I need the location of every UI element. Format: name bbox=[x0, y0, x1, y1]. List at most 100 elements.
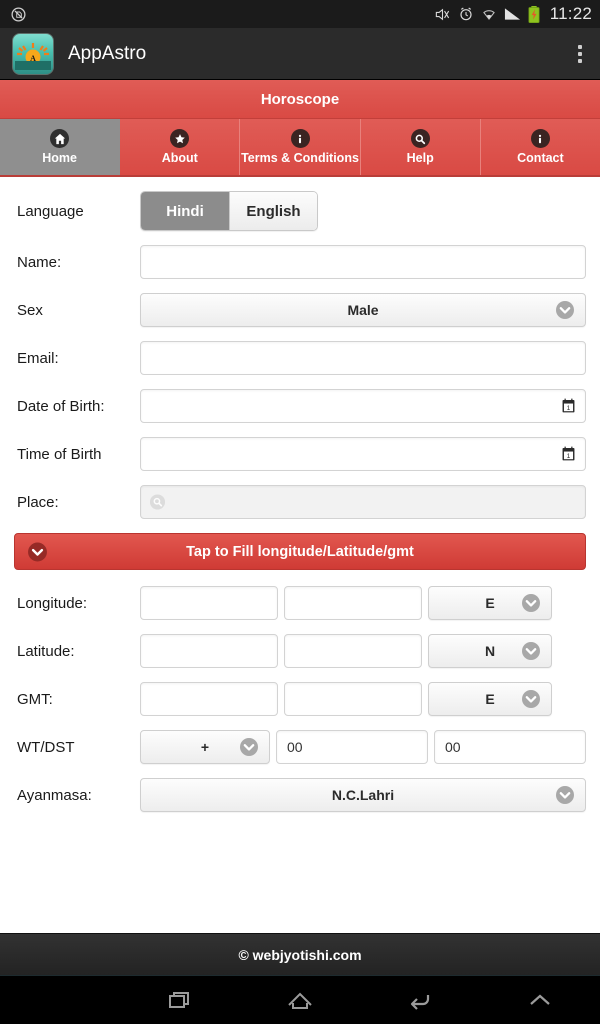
place-input[interactable] bbox=[140, 485, 586, 519]
svg-text:A: A bbox=[30, 54, 36, 63]
gmt-direction-value: E bbox=[485, 691, 495, 707]
sex-select-value: Male bbox=[347, 302, 379, 318]
tab-home[interactable]: Home bbox=[0, 119, 121, 175]
sex-select[interactable]: Male bbox=[140, 293, 586, 327]
longitude-label: Longitude: bbox=[17, 594, 88, 612]
info-icon bbox=[530, 129, 550, 148]
tab-home-label: Home bbox=[42, 151, 77, 165]
gmt-label: GMT: bbox=[17, 690, 53, 708]
wt-dst-sign-select[interactable]: + bbox=[140, 730, 270, 764]
row-sex: Sex Male bbox=[14, 293, 586, 327]
row-ayanmasa: Ayanmasa: N.C.Lahri bbox=[14, 778, 586, 812]
fill-coordinates-label: Tap to Fill longitude/Latitude/gmt bbox=[186, 543, 414, 560]
status-bar-clock: 11:22 bbox=[549, 4, 592, 23]
row-name: Name: bbox=[14, 245, 586, 279]
latitude-degrees-input[interactable] bbox=[140, 634, 278, 668]
tab-terms[interactable]: Terms & Conditions bbox=[240, 119, 361, 175]
chevron-down-circle-icon bbox=[27, 541, 48, 562]
chevron-down-icon bbox=[555, 785, 575, 805]
row-time-of-birth: Time of Birth 1 bbox=[14, 437, 586, 471]
no-sim-icon bbox=[10, 6, 27, 23]
date-of-birth-label: Date of Birth: bbox=[17, 397, 105, 415]
status-bar-left bbox=[10, 6, 27, 23]
row-wt-dst: WT/DST + bbox=[14, 730, 586, 764]
tab-help[interactable]: Help bbox=[361, 119, 481, 175]
wt-dst-minutes-input[interactable] bbox=[434, 730, 586, 764]
back-icon[interactable] bbox=[360, 986, 480, 1014]
chevron-down-icon bbox=[555, 300, 575, 320]
status-bar-right: 11:22 bbox=[434, 4, 592, 24]
tab-about-label: About bbox=[161, 151, 198, 165]
tab-about[interactable]: About bbox=[120, 119, 241, 175]
longitude-direction-value: E bbox=[485, 595, 495, 611]
page-title: Horoscope bbox=[260, 90, 340, 108]
chevron-up-icon[interactable] bbox=[480, 989, 600, 1011]
latitude-minutes-input[interactable] bbox=[284, 634, 422, 668]
row-latitude: Latitude: N bbox=[14, 634, 586, 668]
chevron-down-icon bbox=[521, 593, 541, 613]
search-icon bbox=[410, 129, 430, 148]
time-of-birth-label: Time of Birth bbox=[17, 445, 102, 463]
app-screen: 11:22 A AppAstro Horoscope Home About Te… bbox=[0, 0, 600, 1024]
tab-terms-label: Terms & Conditions bbox=[241, 151, 359, 165]
fill-coordinates-banner[interactable]: Tap to Fill longitude/Latitude/gmt bbox=[14, 533, 586, 570]
wt-dst-hours-input[interactable] bbox=[276, 730, 428, 764]
search-icon bbox=[149, 494, 166, 511]
wifi-icon bbox=[481, 7, 497, 21]
mute-icon bbox=[434, 7, 451, 22]
app-title: AppAstro bbox=[68, 42, 147, 64]
calendar-icon[interactable]: 1 bbox=[560, 446, 577, 463]
gmt-hours-input[interactable] bbox=[140, 682, 278, 716]
row-gmt: GMT: E bbox=[14, 682, 586, 716]
page-title-band: Horoscope bbox=[0, 80, 600, 119]
sunrise-logo-icon: A bbox=[12, 32, 54, 75]
longitude-minutes-input[interactable] bbox=[284, 586, 422, 620]
app-bar: A AppAstro bbox=[0, 28, 600, 80]
home-icon bbox=[50, 129, 70, 148]
ayanmasa-select[interactable]: N.C.Lahri bbox=[140, 778, 586, 812]
overflow-menu-icon[interactable] bbox=[574, 41, 586, 67]
wt-dst-label: WT/DST bbox=[17, 738, 75, 756]
row-email: Email: bbox=[14, 341, 586, 375]
row-language: Language Hindi English bbox=[14, 191, 586, 231]
place-label: Place: bbox=[17, 493, 59, 511]
ayanmasa-select-value: N.C.Lahri bbox=[331, 787, 395, 803]
home-icon[interactable] bbox=[240, 986, 360, 1014]
date-of-birth-input[interactable] bbox=[140, 389, 586, 423]
email-label: Email: bbox=[17, 349, 59, 367]
row-place: Place: bbox=[14, 485, 586, 519]
gmt-direction-select[interactable]: E bbox=[428, 682, 552, 716]
calendar-icon[interactable]: 1 bbox=[560, 398, 577, 415]
tab-help-label: Help bbox=[406, 151, 434, 165]
ayanmasa-label: Ayanmasa: bbox=[17, 786, 92, 804]
tab-contact[interactable]: Contact bbox=[481, 119, 600, 175]
alarm-icon bbox=[458, 6, 474, 22]
language-option-hindi[interactable]: Hindi bbox=[141, 192, 229, 230]
row-longitude: Longitude: E bbox=[14, 586, 586, 620]
latitude-direction-select[interactable]: N bbox=[428, 634, 552, 668]
recents-icon[interactable] bbox=[120, 986, 240, 1014]
name-input[interactable] bbox=[140, 245, 586, 279]
time-of-birth-input[interactable] bbox=[140, 437, 586, 471]
longitude-direction-select[interactable]: E bbox=[428, 586, 552, 620]
svg-text:1: 1 bbox=[567, 453, 571, 460]
battery-charging-icon bbox=[528, 5, 540, 23]
chevron-down-icon bbox=[521, 641, 541, 661]
language-toggle: Hindi English bbox=[140, 191, 586, 231]
tab-contact-label: Contact bbox=[517, 151, 564, 165]
signal-icon bbox=[504, 7, 521, 21]
language-label: Language bbox=[17, 202, 84, 220]
gmt-minutes-input[interactable] bbox=[284, 682, 422, 716]
horoscope-form: Language Hindi English Name: Sex Male Em… bbox=[0, 177, 600, 933]
chevron-down-icon bbox=[239, 737, 259, 757]
row-date-of-birth: Date of Birth: 1 bbox=[14, 389, 586, 423]
chevron-down-icon bbox=[521, 689, 541, 709]
tab-bar: Home About Terms & Conditions Help Conta… bbox=[0, 119, 600, 177]
latitude-direction-value: N bbox=[484, 643, 496, 659]
language-segmented-control: Hindi English bbox=[140, 191, 318, 231]
longitude-degrees-input[interactable] bbox=[140, 586, 278, 620]
email-input[interactable] bbox=[140, 341, 586, 375]
language-option-english[interactable]: English bbox=[229, 192, 317, 230]
page-footer: © webjyotishi.com bbox=[0, 933, 600, 975]
svg-text:1: 1 bbox=[567, 405, 571, 412]
